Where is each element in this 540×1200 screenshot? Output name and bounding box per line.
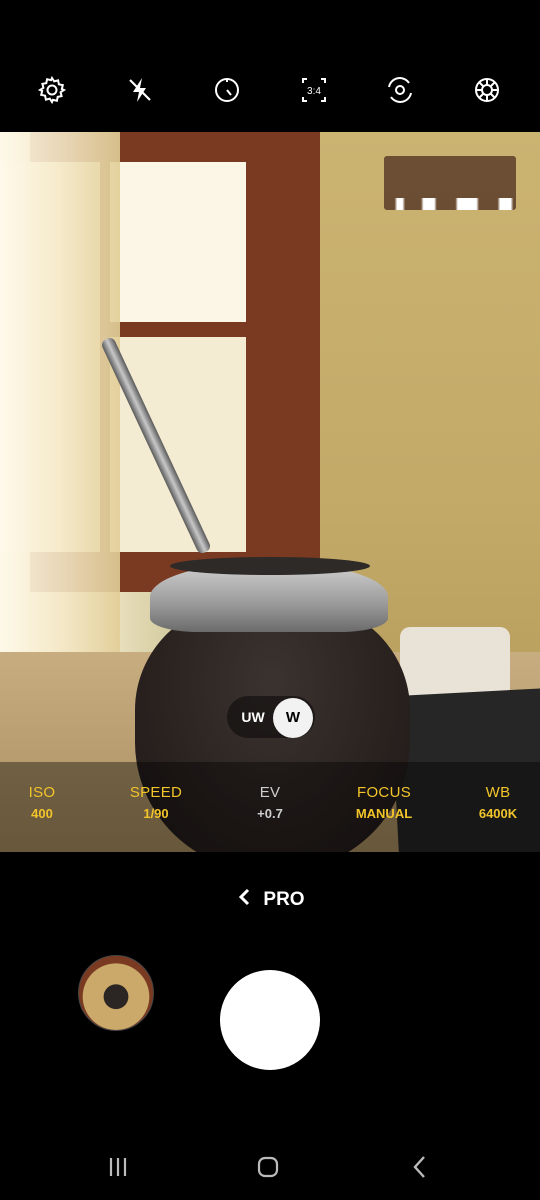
histogram-peaks [384, 198, 516, 210]
scene-window-pane-top [110, 162, 246, 322]
pro-setting-label: WB [485, 784, 511, 801]
pro-setting-label: FOCUS [357, 784, 411, 801]
pro-setting-label: EV [259, 784, 281, 801]
flash-off-icon[interactable] [122, 72, 158, 108]
motion-photo-icon[interactable] [382, 72, 418, 108]
back-icon[interactable] [396, 1147, 444, 1187]
recents-icon[interactable] [94, 1147, 142, 1187]
scene-window-pane-bottom [110, 337, 246, 552]
pro-setting-label: SPEED [129, 784, 183, 801]
pro-settings-strip: ISO 400 SPEED 1/90 EV +0.7 FOCUS MANUAL … [0, 762, 540, 852]
pro-setting-value: +0.7 [257, 806, 283, 821]
timer-icon[interactable] [209, 72, 245, 108]
pro-setting-ev[interactable]: EV +0.7 [216, 784, 324, 821]
pro-setting-value: 1/90 [143, 806, 169, 821]
home-icon[interactable] [244, 1147, 292, 1187]
luminance-histogram [384, 156, 516, 210]
scene-mate-opening [170, 557, 370, 575]
pro-setting-label: ISO [28, 784, 56, 801]
lens-ultrawide-button[interactable]: UW [233, 696, 273, 738]
pro-setting-value: 400 [31, 806, 53, 821]
camera-top-toolbar: 3:4 [0, 0, 540, 132]
gear-icon[interactable] [34, 72, 70, 108]
system-navigation-bar [0, 1135, 540, 1200]
filter-icon[interactable] [469, 72, 505, 108]
gallery-thumbnail[interactable] [78, 955, 154, 1031]
camera-viewfinder[interactable]: UW W ISO 400 SPEED 1/90 EV +0.7 FOCUS MA… [0, 132, 540, 852]
lens-switcher: UW W [227, 696, 315, 738]
pro-setting-value: MANUAL [355, 806, 413, 821]
aspect-ratio-label: 3:4 [307, 86, 321, 97]
pro-setting-value: 6400K [478, 806, 518, 821]
camera-mode-row: PRO [0, 880, 540, 920]
pro-setting-speed[interactable]: SPEED 1/90 [102, 784, 210, 821]
pro-setting-wb[interactable]: WB 6400K [444, 784, 540, 821]
lens-wide-button[interactable]: W [273, 698, 313, 738]
aspect-ratio-icon[interactable]: 3:4 [296, 72, 332, 108]
pro-setting-focus[interactable]: FOCUS MANUAL [330, 784, 438, 821]
pro-setting-iso[interactable]: ISO 400 [0, 784, 96, 821]
chevron-left-icon[interactable] [235, 887, 253, 913]
camera-mode-label[interactable]: PRO [263, 889, 304, 911]
shutter-button[interactable] [220, 970, 320, 1070]
